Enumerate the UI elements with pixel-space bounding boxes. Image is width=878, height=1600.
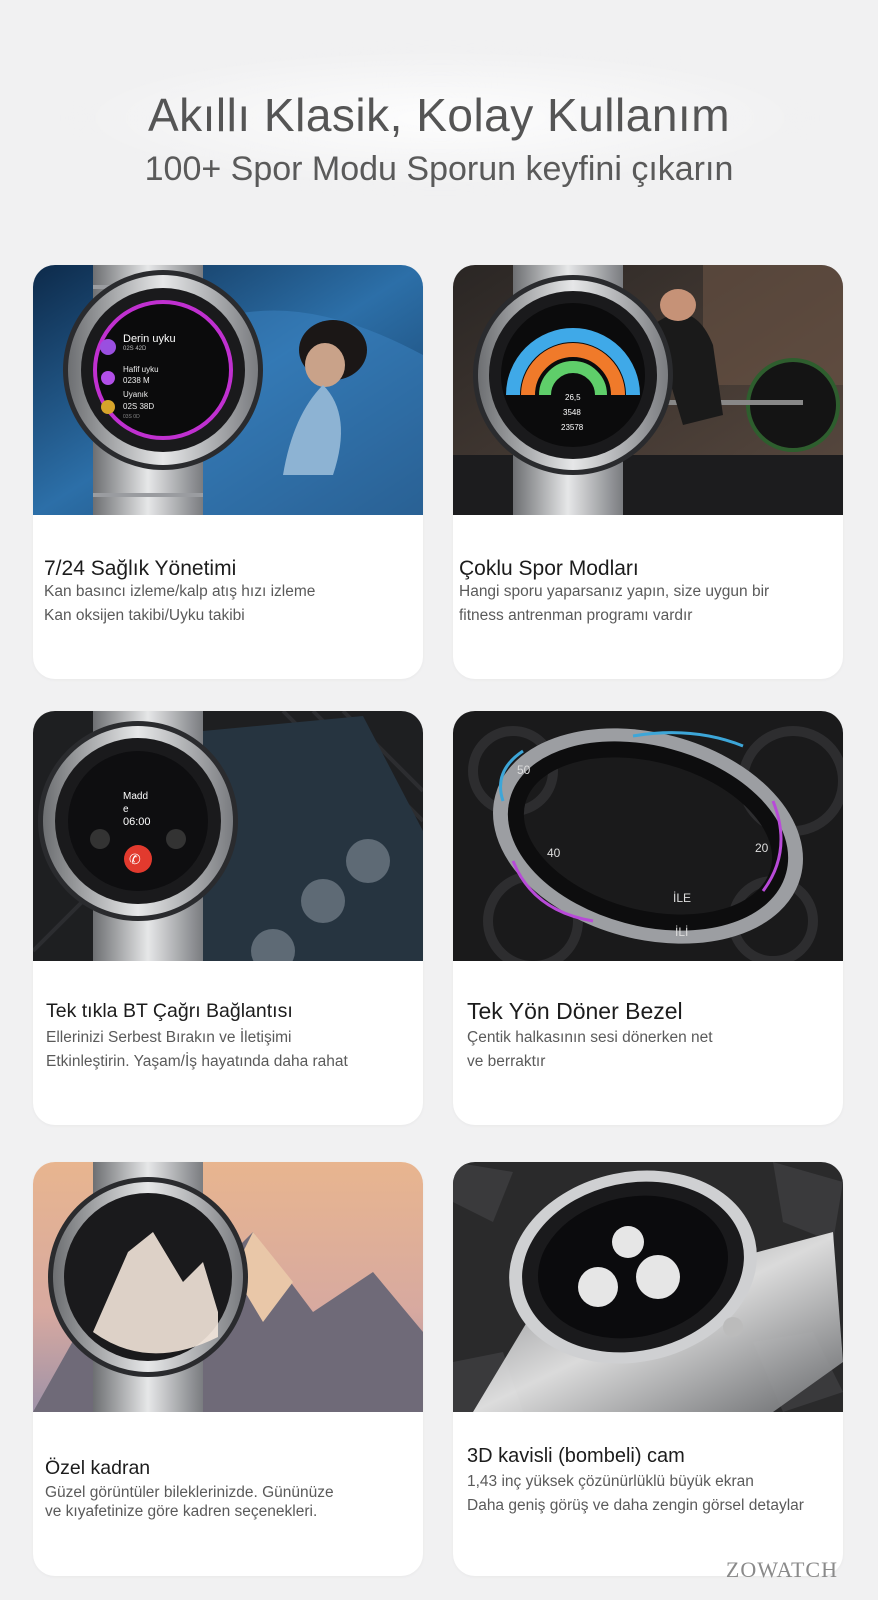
coal-photo: [453, 1162, 843, 1412]
card-desc-line-2: Daha geniş görüş ve daha zengin görsel d…: [467, 1497, 804, 1514]
card-desc-line-2: fitness antrenman programı vardır: [459, 607, 693, 624]
card-desc-line-2: ve berraktır: [467, 1053, 546, 1070]
hangup-icon[interactable]: ✆: [129, 851, 141, 868]
mountain-photo: [33, 1162, 423, 1412]
card-desc-line-1: Ellerinizi Serbest Bırakın ve İletişimi: [46, 1029, 292, 1046]
screen-awake-value: 02S 38D: [123, 402, 155, 411]
card-desc-line-2: Etkinleştirin. Yaşam/İş hayatında daha r…: [46, 1053, 348, 1070]
screen-awake: Uyanık: [123, 390, 148, 399]
page-title: Akıllı Klasik, Kolay Kullanım: [147, 89, 731, 141]
feature-card-bezel: 50 40 20 İLE İLİ Tek Yön Döner Bezel Çen…: [453, 711, 843, 1125]
gym-photo: 26,5 3548 23578: [453, 265, 843, 515]
label-back: İLİ: [675, 925, 689, 939]
screen-deep-sleep-value: 02S 42D: [123, 346, 147, 352]
card-desc-line-1: Kan basıncı izleme/kalp atış hızı izleme: [44, 583, 316, 600]
mountain-watch-illustration: [33, 1162, 423, 1412]
screen-value-2: 3548: [563, 408, 581, 417]
page-subtitle: 100+ Spor Modu Sporun keyfini çıkarın: [144, 150, 734, 188]
card-desc-line-2: ve kıyafetinize göre kadren seçenekleri.: [45, 1503, 318, 1520]
sleep-photo: Derin uyku 02S 42D Hafif uyku 0238 M Uya…: [33, 265, 423, 515]
card-desc-line-1: Güzel görüntüler bileklerinizde. Gününüz…: [45, 1484, 334, 1501]
caller-name: Madd: [123, 791, 149, 802]
label-forward: İLE: [673, 891, 692, 905]
gym-watch-illustration: [453, 265, 843, 515]
card-desc-line-1: Çentik halkasının sesi dönerken net: [467, 1029, 713, 1046]
card-title: Tek tıkla BT Çağrı Bağlantısı: [46, 1000, 293, 1022]
card-desc-line-1: Hangi sporu yaparsanız yapın, size uygun…: [459, 583, 770, 600]
feature-card-custom-dial: Özel kadran Güzel görüntüler bileklerini…: [33, 1162, 423, 1576]
card-title: Özel kadran: [45, 1457, 151, 1479]
bezel-number-20: 20: [755, 841, 769, 855]
caller-sub: e: [123, 804, 129, 815]
bezel-number-50: 50: [517, 763, 531, 777]
screen-value-3: 23578: [561, 423, 584, 432]
bezel-illustration: [453, 711, 843, 961]
brand-logo: ZOWATCH: [725, 1557, 838, 1582]
call-watch-illustration: [33, 711, 423, 961]
screen-value-1: 26,5: [565, 393, 581, 402]
card-title: Çoklu Spor Modları: [459, 557, 639, 580]
card-desc-line-1: 1,43 inç yüksek çözünürlüklü büyük ekran: [467, 1473, 754, 1490]
coal-watch-illustration: [453, 1162, 843, 1412]
card-title: 7/24 Sağlık Yönetimi: [44, 557, 237, 580]
screen-light-sleep-value: 0238 M: [123, 376, 150, 385]
screen-deep-sleep: Derin uyku: [123, 333, 176, 345]
feature-card-bt-call: Madd e 06:00 ✆ Tek tıkla BT Çağrı Bağlan…: [33, 711, 423, 1125]
bezel-number-40: 40: [547, 846, 561, 860]
feature-card-health: Derin uyku 02S 42D Hafif uyku 0238 M Uya…: [33, 265, 423, 679]
screen-awake-total: 03S 0D: [123, 414, 140, 420]
feature-card-3d-glass: 3D kavisli (bombeli) cam 1,43 inç yüksek…: [453, 1162, 843, 1576]
card-desc-line-2: Kan oksijen takibi/Uyku takibi: [44, 607, 245, 624]
card-title: Tek Yön Döner Bezel: [467, 998, 683, 1024]
call-time: 06:00: [123, 816, 151, 828]
page-header: Akıllı Klasik, Kolay Kullanım 100+ Spor …: [0, 0, 878, 240]
feature-card-sports: 26,5 3548 23578 Çoklu Spor Modları Hangi…: [453, 265, 843, 679]
bezel-photo: 50 40 20 İLE İLİ: [453, 711, 843, 961]
sleep-watch-illustration: [33, 265, 423, 515]
card-title: 3D kavisli (bombeli) cam: [467, 1445, 685, 1467]
screen-light-sleep: Hafif uyku: [123, 365, 159, 374]
call-photo: Madd e 06:00 ✆: [33, 711, 423, 961]
